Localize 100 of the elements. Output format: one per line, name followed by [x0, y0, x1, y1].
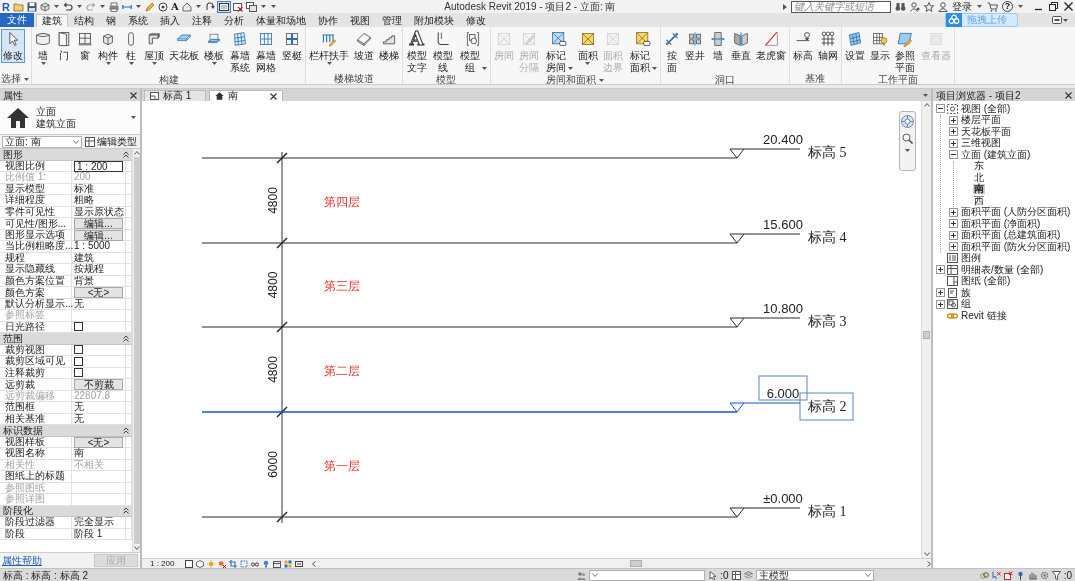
- view-tab[interactable]: 南: [209, 90, 283, 101]
- ribbon-button[interactable]: 楼梯: [377, 29, 401, 63]
- frame-icon[interactable]: [295, 559, 304, 568]
- scroll-right-icon[interactable]: [927, 560, 931, 567]
- framed-lines-icon[interactable]: [217, 1, 230, 12]
- ribbon-tab[interactable]: 管理: [376, 14, 408, 27]
- property-button[interactable]: 不剪裁: [74, 379, 123, 390]
- scroll-thumb[interactable]: [133, 157, 140, 544]
- level-line[interactable]: [201, 317, 801, 328]
- help-link[interactable]: 属性帮助: [2, 555, 42, 566]
- tree-item[interactable]: 图纸 (全部): [960, 276, 1012, 287]
- tree-item[interactable]: 楼层平面: [960, 115, 1002, 126]
- view-scale[interactable]: 1 : 200: [150, 559, 175, 568]
- binoculars-icon[interactable]: [895, 1, 906, 12]
- ribbon-button[interactable]: 墙: [707, 29, 728, 63]
- plus-box-icon[interactable]: [949, 230, 958, 240]
- level-line[interactable]: [201, 507, 801, 518]
- ribbon-button[interactable]: 垂直: [728, 29, 753, 63]
- tree-item[interactable]: 明细表/数量 (全部): [960, 264, 1045, 275]
- tree-item[interactable]: 天花板平面: [960, 126, 1012, 137]
- square-icon[interactable]: [185, 559, 194, 568]
- double-chevron-up-icon[interactable]: [123, 334, 129, 342]
- undo-icon[interactable]: [62, 1, 73, 12]
- scrollbar[interactable]: [921, 101, 931, 558]
- double-chevron-up-icon[interactable]: [123, 150, 129, 158]
- tree-item[interactable]: 族: [960, 287, 972, 298]
- checkbox[interactable]: [74, 356, 83, 366]
- tree-item[interactable]: 面积平面 (净面积): [960, 218, 1042, 229]
- chain-icon[interactable]: [979, 570, 989, 580]
- ribbon-tab[interactable]: 协作: [312, 14, 344, 27]
- plus-box-icon[interactable]: [949, 115, 958, 125]
- plus-box-icon[interactable]: [949, 138, 958, 148]
- box-cross-icon[interactable]: [1003, 570, 1013, 580]
- section-header[interactable]: 范围: [0, 333, 132, 345]
- ribbon-button[interactable]: 修改: [1, 29, 25, 63]
- magnifier-icon[interactable]: [902, 133, 913, 144]
- ribbon-button[interactable]: 天花板: [167, 29, 201, 63]
- plus-box-icon[interactable]: [949, 127, 958, 137]
- plus-box-icon[interactable]: [936, 265, 945, 275]
- bars-icon[interactable]: [1027, 570, 1037, 580]
- double-chevron-up-icon[interactable]: [123, 507, 129, 515]
- ribbon-tab[interactable]: 系统: [122, 14, 154, 27]
- plus-box-icon[interactable]: [949, 242, 958, 252]
- scroll-up-icon[interactable]: [923, 103, 930, 107]
- scroll-left-icon[interactable]: [312, 560, 317, 567]
- section-header[interactable]: 图形: [0, 149, 132, 161]
- minus-box-icon[interactable]: [949, 150, 958, 160]
- star-icon[interactable]: [924, 1, 934, 12]
- search-field[interactable]: 键入关键字或短语: [791, 0, 891, 13]
- level-line[interactable]: [201, 233, 801, 244]
- tree-item[interactable]: 视图 (全部): [960, 103, 1012, 114]
- printer-icon[interactable]: [108, 1, 119, 12]
- ribbon-button[interactable]: 竖井: [682, 29, 707, 63]
- ribbon-button[interactable]: 楼板: [202, 29, 226, 66]
- model-dropdown[interactable]: 主模型: [755, 569, 874, 581]
- window-cross-icon[interactable]: [232, 1, 243, 12]
- sign-in-link[interactable]: 登录: [952, 1, 972, 12]
- ribbon-button[interactable]: 幕墙网格: [253, 29, 279, 75]
- triangle-icon[interactable]: [783, 3, 787, 10]
- plus-box-icon[interactable]: [949, 219, 958, 229]
- caret-icon[interactable]: [135, 5, 141, 8]
- property-field[interactable]: 1 : 200: [74, 160, 123, 172]
- glasses-icon[interactable]: [251, 559, 260, 568]
- scroll-thumb[interactable]: [630, 560, 642, 567]
- cube-icon[interactable]: [39, 1, 50, 12]
- ribbon-tab[interactable]: 视图: [344, 14, 376, 27]
- ribbon-button[interactable]: 幕墙系统: [227, 29, 253, 75]
- ribbon-tab[interactable]: 注释: [186, 14, 218, 27]
- property-button[interactable]: <无>: [74, 287, 123, 298]
- tree-item[interactable]: 西: [973, 195, 985, 206]
- sun-cross-icon[interactable]: [218, 559, 227, 568]
- cursor-icon[interactable]: [708, 570, 718, 580]
- ribbon-button[interactable]: 门: [54, 29, 74, 63]
- ribbon-button[interactable]: 面积: [575, 29, 600, 66]
- box-icon[interactable]: [273, 559, 282, 568]
- tree-item[interactable]: 立面 (建筑立面): [960, 149, 1032, 160]
- ribbon-tab[interactable]: 钢: [100, 14, 122, 27]
- steering-wheel-icon[interactable]: [901, 115, 914, 128]
- plus-box-icon[interactable]: [936, 299, 945, 309]
- ribbon-button[interactable]: 构件: [96, 29, 120, 66]
- scroll-thumb[interactable]: [923, 330, 930, 339]
- caret-icon[interactable]: [76, 5, 82, 8]
- caret-icon[interactable]: [99, 5, 105, 8]
- ribbon-button[interactable]: 坡道: [352, 29, 376, 63]
- close-icon[interactable]: [1064, 2, 1073, 11]
- ribbon-button[interactable]: 栏杆扶手: [307, 29, 351, 66]
- panel-title[interactable]: 选择: [1, 74, 30, 84]
- hook-arrow-icon[interactable]: [204, 1, 215, 12]
- pin-icon[interactable]: [1015, 570, 1025, 580]
- scroll-down-icon[interactable]: [133, 546, 140, 550]
- text-edit-box[interactable]: [758, 375, 808, 401]
- double-chevron-up-icon[interactable]: [123, 426, 129, 434]
- level-line[interactable]: [201, 148, 801, 159]
- person-badge-icon[interactable]: [910, 1, 920, 12]
- file-menu[interactable]: 文件: [0, 13, 34, 27]
- users-icon[interactable]: [577, 570, 587, 580]
- cart-icon[interactable]: [987, 1, 998, 12]
- caret-icon[interactable]: [53, 5, 59, 8]
- gear-icon[interactable]: [1039, 570, 1049, 580]
- scrollbar[interactable]: [132, 149, 140, 552]
